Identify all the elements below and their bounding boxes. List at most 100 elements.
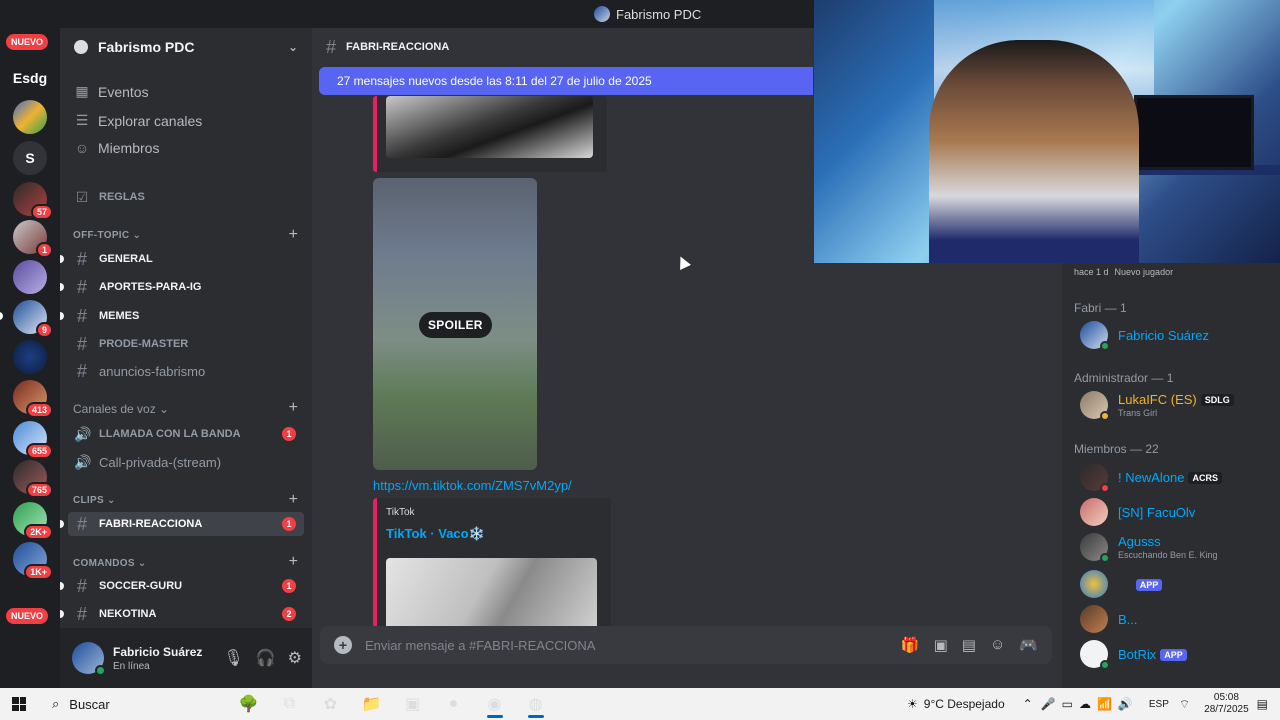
activities-icon[interactable]: 🎮	[1019, 636, 1038, 654]
channel-prode[interactable]: # PRODE-MASTER	[68, 332, 304, 356]
server-rail: NUEVO Esdg S 57 1 9 413 655 765 2K+ 1K+ …	[0, 28, 60, 688]
channel-reglas[interactable]: ☑ REGLAS	[68, 185, 304, 209]
category-voice-label: Canales de voz	[73, 402, 156, 416]
member-agusss[interactable]: Agusss Escuchando Ben E. King	[1080, 533, 1218, 563]
message-composer[interactable]: + Enviar mensaje a #FABRI-REACCIONA 🎁 ▣ …	[320, 626, 1052, 664]
member-avatar	[1080, 463, 1110, 493]
add-clip-channel-icon[interactable]: +	[289, 491, 298, 509]
windows-start-icon[interactable]	[12, 697, 26, 711]
tray-wifi-icon[interactable]: ⌔	[1179, 697, 1190, 712]
add-channel-icon[interactable]: +	[289, 226, 298, 244]
tiktok-link[interactable]: https://vm.tiktok.com/ZMS7vM2yp/	[373, 478, 572, 493]
member-facuolv[interactable]: [SN] FacuOlv	[1080, 498, 1195, 526]
sticker-icon[interactable]: ▤	[962, 636, 976, 654]
new-messages-bar[interactable]: 27 mensajes nuevos desde las 8:11 del 27…	[319, 67, 813, 95]
task-view-icon[interactable]: ⧉	[269, 690, 310, 718]
taskbar-search[interactable]: ⌕ Buscar	[42, 688, 222, 720]
language-indicator[interactable]: ESP	[1149, 699, 1169, 710]
member-subtitle: Trans Girl	[1118, 408, 1158, 418]
member-name: ! NewAlone	[1118, 469, 1185, 485]
add-command-channel-icon[interactable]: +	[289, 553, 298, 571]
embed-thumbnail[interactable]	[386, 558, 597, 628]
new-badge-bottom[interactable]: NUEVO	[6, 608, 49, 624]
channel-soccer-guru[interactable]: # SOCCER-GURU 1	[60, 574, 304, 598]
user-info[interactable]: Fabricio Suárez En línea	[113, 645, 202, 672]
channel-aportes[interactable]: # APORTES-PARA-IG	[60, 275, 304, 299]
member-ak[interactable]: ak APP	[1080, 570, 1163, 598]
member-b[interactable]: B...	[1080, 605, 1138, 633]
channel-fabri-reacciona[interactable]: # FABRI-REACCIONA 1	[60, 512, 304, 536]
nav-eventos[interactable]: ▦ Eventos	[74, 83, 148, 100]
app-red-icon[interactable]: ▣	[392, 690, 433, 718]
taskbar-search-label: Buscar	[69, 696, 110, 712]
speaker-icon: 🔊	[74, 453, 92, 470]
channel-llamada[interactable]: 🔊 LLAMADA CON LA BANDA 1	[68, 422, 304, 446]
server-10[interactable]: 655	[13, 421, 53, 459]
server-esdg[interactable]: Esdg	[13, 61, 47, 95]
chrome-icon[interactable]: ◉	[474, 690, 515, 718]
server-2[interactable]	[13, 100, 47, 134]
category-clips[interactable]: CLIPS ⌄	[73, 495, 116, 506]
add-attachment-icon[interactable]: +	[334, 636, 352, 654]
server-header[interactable]: Fabrismo PDC ⌄	[60, 28, 312, 66]
embed-thumbnail[interactable]	[386, 96, 593, 158]
server-12[interactable]: 2K+	[13, 502, 53, 540]
copilot-icon[interactable]: ✿	[310, 690, 351, 718]
channel-nekotina[interactable]: # NEKOTINA 2	[60, 602, 304, 626]
category-offtopic[interactable]: OFF-TOPIC ⌄	[73, 230, 141, 241]
gear-icon[interactable]: ⚙	[288, 648, 302, 668]
unread-pip	[60, 255, 64, 263]
member-name: BotRix	[1118, 646, 1157, 662]
user-avatar[interactable]	[72, 642, 106, 676]
channel-memes[interactable]: # MEMES	[60, 304, 304, 328]
server-5-badge: 1	[35, 242, 53, 258]
status-idle-dot	[1100, 411, 1110, 421]
chevron-down-icon[interactable]: ⌄	[288, 40, 298, 54]
channel-callprivada[interactable]: 🔊 Call-privada-(stream)	[68, 450, 304, 474]
server-s[interactable]: S	[13, 141, 47, 175]
chevron-up-icon[interactable]: ⌃	[1023, 697, 1033, 711]
member-fabricio[interactable]: Fabricio Suárez	[1080, 321, 1209, 351]
server-11-badge: 765	[25, 482, 53, 498]
spoiler-image[interactable]: SPOILER	[373, 178, 537, 470]
tray-icons[interactable]: 🎤▭☁📶🔊	[1041, 697, 1139, 711]
server-10-badge: 655	[25, 443, 53, 459]
unread-pip	[60, 520, 64, 528]
file-explorer-icon[interactable]: 📁	[351, 690, 392, 718]
member-botrix[interactable]: BotRix APP	[1080, 640, 1187, 670]
server-9[interactable]: 413	[13, 380, 53, 418]
window-title-text: Fabrismo PDC	[616, 6, 702, 22]
tree-widget-icon[interactable]: 🌳	[228, 690, 269, 718]
emoji-icon[interactable]: ☺	[990, 636, 1005, 654]
gif-icon[interactable]: ▣	[934, 636, 948, 654]
nav-miembros[interactable]: ☺ Miembros	[74, 140, 160, 156]
weather-text[interactable]: 9°C Despejado	[924, 697, 1005, 711]
notification-icon[interactable]: ▤	[1257, 697, 1268, 711]
category-comandos[interactable]: COMANDOS ⌄	[73, 558, 147, 569]
app-dark-icon[interactable]: ●	[433, 690, 474, 718]
channel-general[interactable]: # GENERAL	[60, 247, 304, 271]
add-voice-channel-icon[interactable]: +	[289, 399, 298, 417]
server-13[interactable]: 1K+	[13, 542, 53, 580]
embed-title[interactable]: TikTok · Vaco❄️	[386, 526, 485, 542]
clock-time: 05:08	[1213, 692, 1239, 703]
gift-icon[interactable]: 🎁	[901, 636, 920, 654]
headphones-icon[interactable]: 🎧	[256, 648, 276, 668]
microphone-icon[interactable]: 🎙	[223, 648, 243, 668]
server-6[interactable]	[13, 260, 47, 294]
new-badge-top[interactable]: NUEVO	[6, 34, 49, 50]
nav-explorar[interactable]: ☰ Explorar canales	[74, 112, 203, 129]
server-5[interactable]: 1	[13, 220, 53, 258]
server-11[interactable]: 765	[13, 460, 53, 498]
embed-provider[interactable]: TikTok	[386, 507, 415, 518]
channel-anuncios[interactable]: # anuncios-fabrismo	[68, 359, 304, 383]
taskbar-clock[interactable]: 05:08 28/7/2025	[1204, 692, 1249, 716]
discord-icon[interactable]: ◍	[515, 690, 556, 718]
server-8[interactable]	[13, 340, 47, 374]
server-4[interactable]: 57	[13, 182, 53, 220]
server-12-badge: 2K+	[24, 524, 53, 540]
member-newalone[interactable]: ! NewAlone ACRS	[1080, 463, 1222, 493]
member-lukaifc[interactable]: LukaIFC (ES) SDLG Trans Girl	[1080, 391, 1234, 421]
category-voice[interactable]: Canales de voz ⌄	[73, 402, 169, 416]
server-fabrismo[interactable]: 9	[13, 300, 53, 338]
